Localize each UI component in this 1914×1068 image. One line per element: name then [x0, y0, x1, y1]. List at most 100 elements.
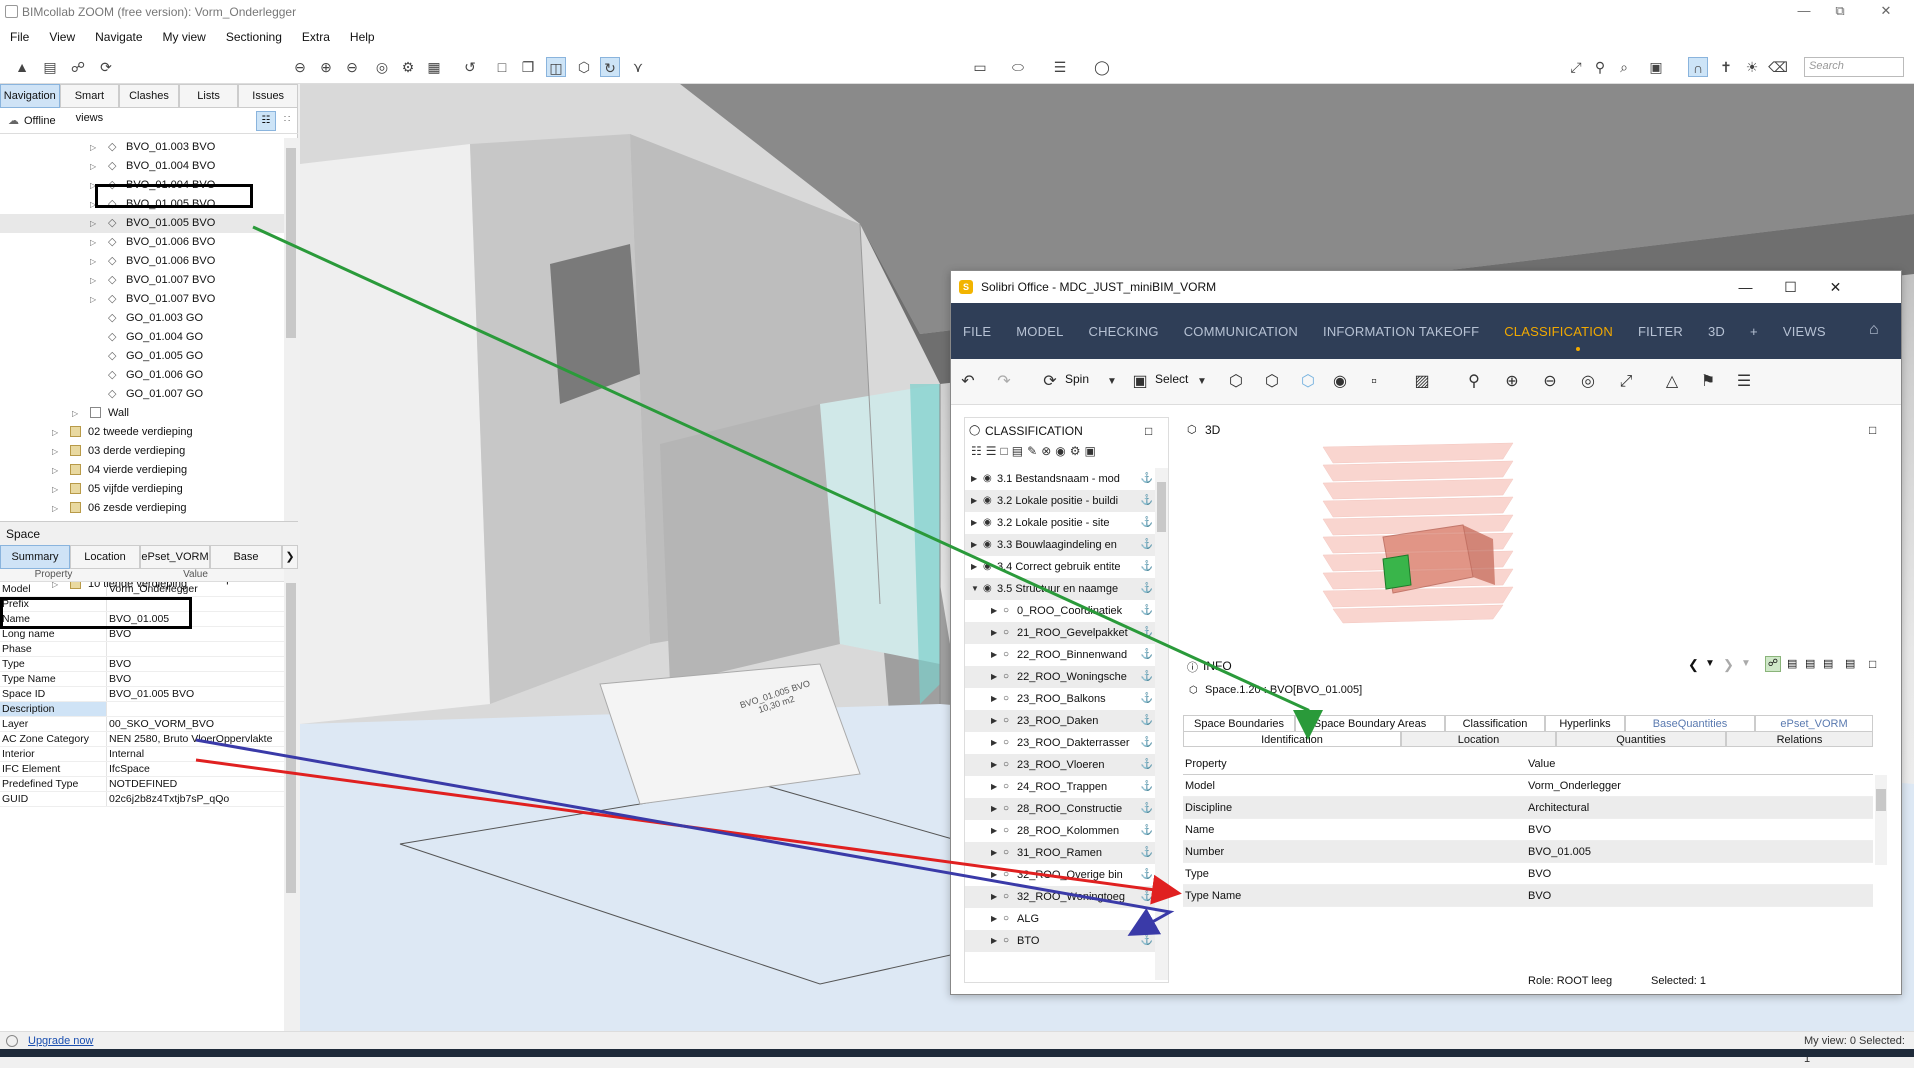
expand-arrow-icon[interactable]: ▷: [52, 461, 58, 480]
tree-item[interactable]: ◇ GO_01.006 GO: [0, 366, 284, 385]
box-icon[interactable]: □: [492, 57, 512, 77]
info-tab-basequantities[interactable]: BaseQuantities: [1625, 715, 1755, 731]
tab-issues[interactable]: Issues: [238, 84, 298, 108]
share-icon[interactable]: ☍: [68, 57, 88, 77]
property-scrollbar[interactable]: [284, 569, 298, 1031]
map-pin-icon[interactable]: ⚑: [1697, 371, 1719, 393]
slice-icon[interactable]: △: [1661, 371, 1683, 393]
expand-arrow-icon[interactable]: ▶: [991, 622, 997, 644]
solibri-close-button[interactable]: ✕: [1813, 271, 1858, 303]
expand-arrow-icon[interactable]: ▷: [52, 423, 58, 442]
info-tab-identification[interactable]: Identification: [1183, 731, 1401, 747]
classification-item[interactable]: ▶ ○ 0_ROO_Coordinatiek ⚓: [965, 600, 1155, 622]
classification-item[interactable]: ▶ ○ 23_ROO_Balkons ⚓: [965, 688, 1155, 710]
sun-icon[interactable]: ☀: [1742, 57, 1762, 77]
prev-icon[interactable]: ❮: [1688, 657, 1699, 673]
info-maximize-icon[interactable]: □: [1869, 657, 1876, 671]
expand-arrow-icon[interactable]: ▶: [991, 600, 997, 622]
expand-arrow-icon[interactable]: ▶: [991, 710, 997, 732]
tab-epset-vorm[interactable]: ePset_VORM: [140, 545, 210, 569]
tree-item[interactable]: ▷ 04 vierde verdieping: [0, 461, 284, 480]
info-row[interactable]: Name BVO: [1183, 819, 1873, 841]
tree-item[interactable]: ◇ GO_01.007 GO: [0, 385, 284, 404]
redo-icon[interactable]: ↷: [993, 371, 1015, 393]
property-row[interactable]: IFC Element IfcSpace: [0, 762, 284, 777]
classification-item[interactable]: ▶ ○ ALG ⚓: [965, 908, 1155, 930]
expand-arrow-icon[interactable]: ▷: [90, 290, 96, 309]
pin-icon[interactable]: ✝: [1716, 57, 1736, 77]
expand-arrow-icon[interactable]: ▶: [991, 864, 997, 886]
expand-arrow-icon[interactable]: ▶: [991, 798, 997, 820]
classification-item[interactable]: ▶ ○ 22_ROO_Woningsche ⚓: [965, 666, 1155, 688]
expand-arrow-icon[interactable]: ▶: [991, 754, 997, 776]
expand-arrow-icon[interactable]: ▷: [90, 214, 96, 233]
classification-item[interactable]: ▶ ◉ 3.4 Correct gebruik entite ⚓: [965, 556, 1155, 578]
export-icon[interactable]: ▣: [1085, 444, 1100, 458]
expand-arrow-icon[interactable]: ▷: [90, 233, 96, 252]
zoom-in-icon[interactable]: ⊕: [1501, 371, 1523, 393]
classification-item[interactable]: ▶ ○ 23_ROO_Dakterrasser ⚓: [965, 732, 1155, 754]
solibri-menu-classification[interactable]: CLASSIFICATION: [1504, 324, 1613, 339]
eye-icon[interactable]: ◉: [1055, 444, 1069, 458]
tree-item[interactable]: ▷ ◇ BVO_01.003 BVO: [0, 138, 284, 157]
tree-item[interactable]: ▷ ◇ BVO_01.006 BVO: [0, 252, 284, 271]
tree-view-icon[interactable]: ☷: [256, 111, 276, 131]
tab-summary[interactable]: Summary: [0, 545, 70, 569]
eraser-icon[interactable]: ⌫: [1768, 57, 1788, 77]
transparent-icon[interactable]: ⬡: [1297, 371, 1319, 393]
hide-all-icon[interactable]: ⬡: [1261, 371, 1283, 393]
spin-label[interactable]: Spin: [1065, 372, 1089, 386]
property-row[interactable]: Interior Internal: [0, 747, 284, 762]
expand-arrow-icon[interactable]: ▷: [90, 252, 96, 271]
next-icon[interactable]: ❯: [1723, 657, 1734, 673]
property-row[interactable]: Description: [0, 702, 284, 717]
link-icon[interactable]: ☍: [1765, 656, 1781, 672]
ellipse-icon[interactable]: ⬭: [1008, 57, 1028, 77]
add-icon[interactable]: ⊕: [316, 57, 336, 77]
tab-smart-views[interactable]: Smart views: [59, 84, 120, 124]
classification-item[interactable]: ▶ ○ 28_ROO_Kolommen ⚓: [965, 820, 1155, 842]
tree-item[interactable]: ◇ GO_01.004 GO: [0, 328, 284, 347]
history-dropdown-icon[interactable]: ▼: [1705, 658, 1715, 669]
cube-icon[interactable]: ⬡: [574, 57, 594, 77]
spin-icon[interactable]: ⟳: [1039, 371, 1061, 393]
lines-icon[interactable]: ☰: [1050, 57, 1070, 77]
search-input[interactable]: Search: [1804, 57, 1904, 77]
zoom-selection-icon[interactable]: ◎: [1577, 371, 1599, 393]
next-dropdown-icon[interactable]: ▼: [1741, 658, 1751, 669]
info-tab-relations[interactable]: Relations: [1726, 731, 1873, 747]
zoom-out-icon[interactable]: ⊖: [1539, 371, 1561, 393]
rotate-icon[interactable]: ↺: [460, 57, 480, 77]
walk-icon[interactable]: ∩: [1688, 57, 1708, 77]
remove-icon[interactable]: ⊖: [342, 57, 362, 77]
expand-arrow-icon[interactable]: ▶: [971, 468, 977, 490]
property-row[interactable]: Layer 00_SKO_VORM_BVO: [0, 717, 284, 732]
clipboard-icon[interactable]: ▤: [1823, 657, 1833, 670]
info-row[interactable]: Model Vorm_Onderlegger: [1183, 775, 1873, 797]
info-row[interactable]: Discipline Architectural: [1183, 797, 1873, 819]
solibri-menu-checking[interactable]: CHECKING: [1089, 324, 1159, 339]
info-row[interactable]: Type BVO: [1183, 863, 1873, 885]
section-icon[interactable]: ▨: [1411, 371, 1433, 393]
classification-item[interactable]: ▶ ◉ 3.2 Lokale positie - buildi ⚓: [965, 490, 1155, 512]
info-tab-classification[interactable]: Classification: [1445, 715, 1545, 731]
expand-arrow-icon[interactable]: ▶: [991, 930, 997, 952]
classification-item[interactable]: ▶ ○ 24_ROO_Trappen ⚓: [965, 776, 1155, 798]
expand-arrow-icon[interactable]: ▶: [991, 842, 997, 864]
solibri-menu-model[interactable]: MODEL: [1016, 324, 1063, 339]
info-tab-epset-vorm[interactable]: ePset_VORM: [1755, 715, 1873, 731]
zoom-extents-icon[interactable]: ⤢: [1566, 57, 1586, 77]
info-row[interactable]: Number BVO_01.005: [1183, 841, 1873, 863]
edit-icon[interactable]: ✎: [1027, 444, 1041, 458]
new-icon[interactable]: □: [1001, 444, 1012, 458]
panel-maximize-icon[interactable]: □: [1145, 418, 1152, 444]
select-dropdown-icon[interactable]: ▼: [1191, 371, 1213, 393]
tree-item[interactable]: ▷ ◇ BVO_01.005 BVO: [0, 214, 284, 233]
solibri-maximize-button[interactable]: ☐: [1768, 271, 1813, 303]
expand-arrow-icon[interactable]: ▷: [52, 480, 58, 499]
paste-info-icon[interactable]: ▤: [1805, 657, 1815, 670]
info-tab-space-boundaries[interactable]: Space Boundaries: [1183, 715, 1295, 731]
tree-item[interactable]: ▷ ◇ BVO_01.007 BVO: [0, 290, 284, 309]
isolate-icon[interactable]: ◎: [372, 57, 392, 77]
classification-item[interactable]: ▶ ◉ 3.3 Bouwlaagindeling en ⚓: [965, 534, 1155, 556]
